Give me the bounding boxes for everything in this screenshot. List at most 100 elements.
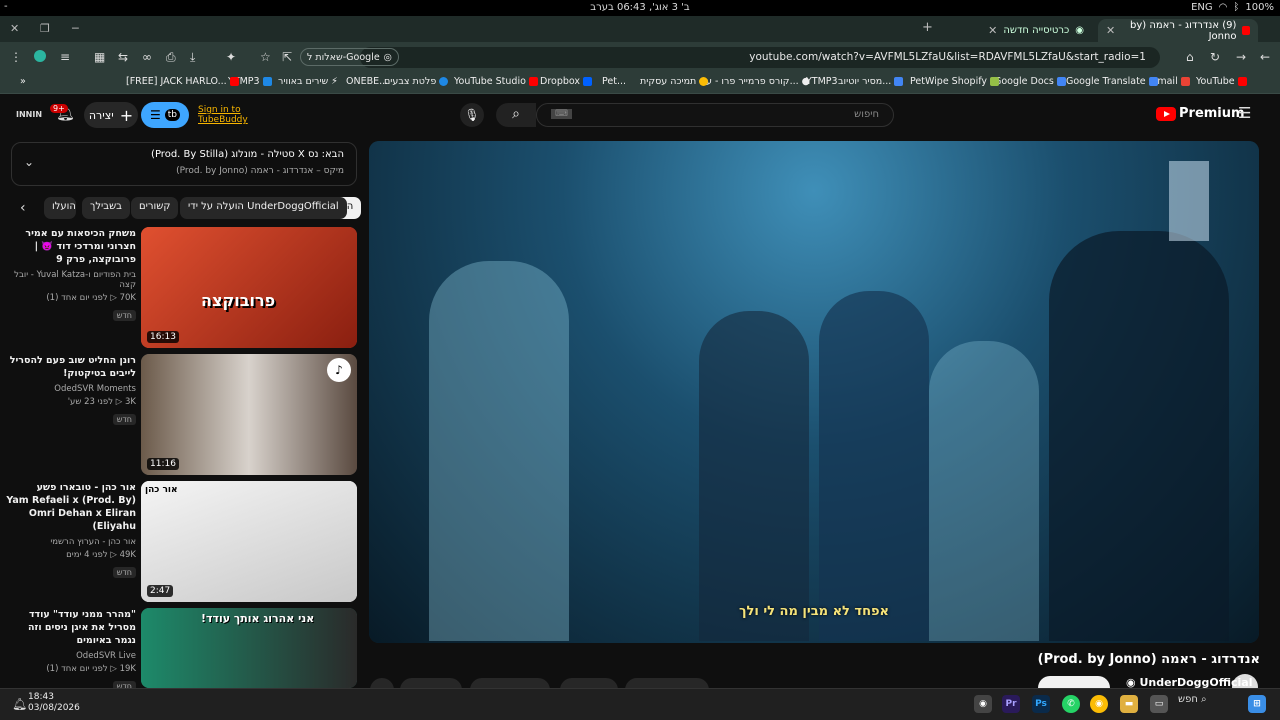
video-title[interactable]: משחק הכיסאות עם אמיר חצרוני ומרדכי דוד 👿… (6, 227, 136, 266)
search-button[interactable]: ⌕ (496, 103, 536, 127)
video-meta[interactable]: אור כהן - טובארו פשע (Prod. By) Yam Refa… (6, 481, 136, 579)
video-title[interactable]: אור כהן - טובארו פשע (Prod. By) Yam Refa… (6, 481, 136, 533)
photoshop-icon[interactable]: Ps (1032, 695, 1050, 713)
mix-playlist-panel[interactable]: הבא: נס X סטילה - מונלוג (Prod. By Still… (11, 142, 357, 186)
docs-icon (1056, 77, 1066, 86)
bookmark-item[interactable]: מסיר יוטיוב... (838, 76, 904, 87)
close-window-icon[interactable]: ✕ (10, 22, 19, 35)
bookmark-item[interactable]: קורס פרמייר פרו - ע... ● (706, 76, 810, 87)
bookmark-item[interactable]: PetWipe Shopify (910, 76, 1000, 87)
bluetooth-icon[interactable]: ᛒ (1233, 2, 1239, 13)
tubebuddy-button[interactable]: ☰ tb (141, 102, 189, 128)
reload-icon[interactable]: ↻ (1210, 50, 1220, 64)
bookmark-label: תמיכה עסקית (640, 76, 697, 87)
more-menu-icon[interactable]: ⋮ (10, 50, 22, 64)
bookmark-item[interactable]: ONEBE... (346, 76, 388, 87)
bookmark-favicon-icon (894, 77, 904, 86)
bookmark-item[interactable]: YouTube Studio (454, 76, 538, 87)
url-field[interactable]: youtube.com/watch?v=AVFML5LZfaU&list=RDA… (360, 47, 1160, 68)
link-icon[interactable]: ∞ (142, 50, 152, 64)
video-thumbnail[interactable]: אור כהן 2:47 (141, 481, 357, 602)
bookmark-item[interactable]: [FREE] JACK HARLO... (126, 76, 239, 87)
taskbar-clock[interactable]: 18:43 03/08/2026 (28, 692, 80, 714)
video-meta[interactable]: "מהרר ממני עודד" עודד מסריל את איגן ניסי… (6, 608, 136, 693)
print-icon[interactable]: ⎙ (166, 50, 176, 64)
video-thumbnail[interactable]: ♪ 11:16 (141, 354, 357, 475)
chip-related[interactable]: קשורים (131, 197, 179, 219)
open-in-app-icon[interactable]: ⇱ (282, 50, 292, 64)
bookmark-item[interactable]: פלטת צבעים (384, 76, 449, 87)
youtube-premium-logo[interactable]: Premium (1156, 106, 1245, 121)
bookmark-item[interactable]: Google Docs (994, 76, 1066, 87)
minimize-window-icon[interactable]: ─ (72, 22, 79, 35)
chevron-down-icon[interactable]: ⌄ (24, 155, 34, 169)
tubebuddy-logo: tb (164, 109, 180, 121)
video-meta[interactable]: משחק הכיסאות עם אמיר חצרוני ומרדכי דוד 👿… (6, 227, 136, 322)
tab-search-icon[interactable]: ≡ (60, 50, 70, 64)
bookmark-item[interactable]: Dropbox (540, 76, 593, 87)
channel-avatar-icon[interactable]: INNIN (16, 108, 42, 122)
extension-icon[interactable]: ✦ (226, 50, 236, 64)
guide-menu-icon[interactable]: ☰ (1238, 106, 1251, 121)
download-icon[interactable]: ⤓ (190, 50, 195, 64)
video-player[interactable]: אפחד לא מבין מה לי ולך (369, 141, 1259, 643)
tab-youtube[interactable]: (9) אנדרדוג - ראמה (by Jonno ✕ (1098, 19, 1258, 42)
tab-label: (9) אנדרדוג - ראמה (by Jonno (1130, 19, 1237, 42)
taskbar-search[interactable]: חפש ⌕ (1178, 694, 1207, 705)
tab-label: כרטיסייה חדשה (1003, 25, 1070, 36)
voice-search-icon[interactable]: 🎙︎ (460, 103, 484, 127)
back-icon[interactable]: ← (1260, 50, 1270, 64)
whatsapp-icon[interactable]: ✆ (1062, 695, 1080, 713)
video-thumbnail[interactable]: אני אהרוג אותך עודד! (141, 608, 357, 688)
close-tab-icon[interactable]: ✕ (1106, 24, 1115, 37)
wifi-icon[interactable]: ◠ (1219, 2, 1228, 13)
bookmark-item[interactable]: YouTube (1196, 76, 1247, 87)
video-title[interactable]: רונן החליט שוב פעם להסריל לייבים בטיקטוק… (6, 354, 136, 380)
signin-line: Sign in to (198, 105, 241, 115)
video-title-main: אנדרדוג - ראמה (Prod. by Jonno) (1037, 652, 1260, 667)
keyboard-icon[interactable]: ⌨ (551, 109, 572, 119)
video-thumbnail[interactable]: פרובוקצה 16:13 (141, 227, 357, 348)
chrome-icon[interactable]: ◉ (1090, 695, 1108, 713)
chip-recently-uploaded[interactable]: הועלו (44, 197, 76, 219)
extensions-grid-icon[interactable]: ▦ (94, 50, 105, 64)
search-input[interactable]: חיפוש ⌨ (536, 103, 894, 127)
bookmark-item[interactable]: תמיכה עסקית (640, 76, 709, 87)
file-explorer-icon[interactable]: ▬ (1120, 695, 1138, 713)
bookmarks-overflow-icon[interactable]: » (20, 76, 26, 87)
translate-icon[interactable]: ⇆ (118, 50, 128, 64)
tubebuddy-signin-link[interactable]: Sign in to TubeBuddy (198, 105, 248, 125)
tab-new[interactable]: ◉ כרטיסייה חדשה ✕ (942, 19, 1092, 42)
forward-icon[interactable]: → (1236, 50, 1246, 64)
windows-start-icon[interactable]: ⊞ (1248, 695, 1266, 713)
bookmark-item[interactable]: Pet... (602, 76, 626, 87)
maximize-window-icon[interactable]: ❐ (40, 22, 50, 35)
video-meta[interactable]: רונן החליט שוב פעם להסריל לייבים בטיקטוק… (6, 354, 136, 426)
task-view-icon[interactable]: ▭ (1150, 695, 1168, 713)
obs-icon[interactable]: ◉ (974, 695, 992, 713)
create-button[interactable]: יצירה + (84, 102, 138, 128)
battery-text[interactable]: 100% (1245, 2, 1274, 13)
bookmark-item[interactable]: Google Translate (1066, 76, 1158, 87)
new-tab-icon[interactable]: + (922, 20, 933, 35)
close-tab-icon[interactable]: ✕ (988, 24, 997, 37)
home-icon[interactable]: ⌂ (1186, 50, 1194, 64)
video-title[interactable]: "מהרר ממני עודד" עודד מסריל את איגן ניסי… (6, 608, 136, 647)
bookmark-item[interactable]: YTMP3 (806, 76, 838, 87)
chevron-left-icon[interactable]: ‹ (20, 201, 26, 215)
ask-google-label: שאלות ל-Google (307, 51, 380, 63)
notifications-icon[interactable]: 🔔︎ (12, 697, 27, 711)
bookmark-label: מסיר יוטיוב... (838, 76, 892, 87)
create-label: יצירה (88, 108, 114, 122)
os-status-area[interactable]: ENG ◠ ᛒ 100% (1191, 2, 1274, 13)
bookmark-star-icon[interactable]: ☆ (260, 50, 271, 64)
ask-google-chip[interactable]: שאלות ל-Google ◎ (300, 48, 399, 66)
os-clock[interactable]: ב' 3 אוג', 06:43 בערב (560, 2, 720, 13)
profile-icon[interactable] (34, 50, 46, 62)
os-top-bar: - ב' 3 אוג', 06:43 בערב ENG ◠ ᛒ 100% (0, 0, 1280, 16)
chip-for-you[interactable]: בשבילך (82, 197, 130, 219)
chip-uploaded-by[interactable]: הועלה על ידי UnderDoggOfficial (180, 197, 347, 219)
lang-indicator[interactable]: ENG (1191, 2, 1213, 13)
bookmark-item[interactable]: שירים באוויר ⚡ (278, 76, 338, 87)
premiere-icon[interactable]: Pr (1002, 695, 1020, 713)
